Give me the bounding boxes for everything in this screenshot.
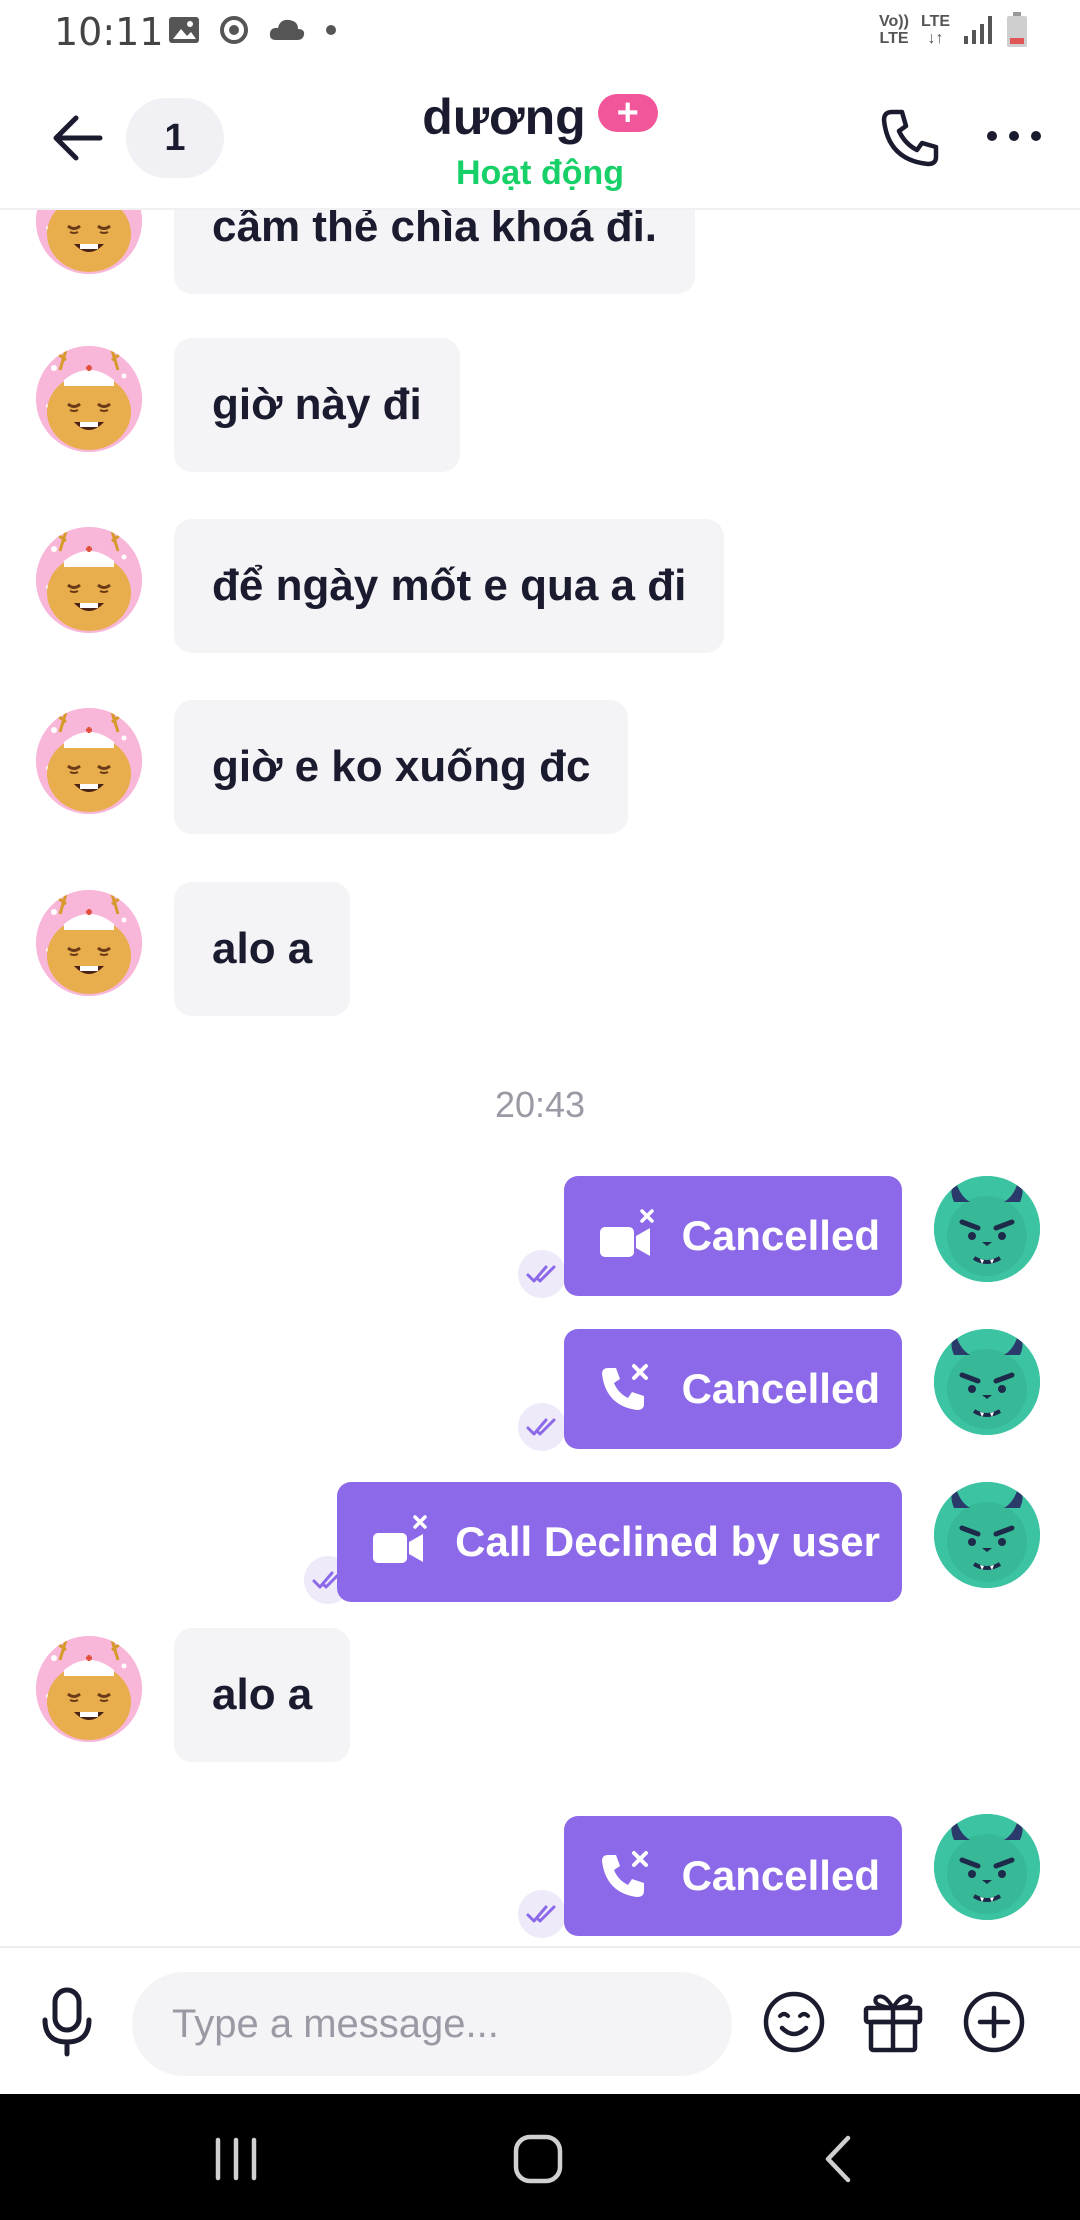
message-bubble[interactable]: alo a: [174, 1628, 351, 1762]
battery-icon: [1007, 12, 1027, 47]
message-bubble[interactable]: giờ này đi: [174, 338, 460, 472]
call-status-label: Cancelled: [681, 1212, 880, 1259]
contact-avatar[interactable]: [36, 346, 142, 452]
monster-avatar-image: [934, 1814, 1040, 1920]
voice-message-button[interactable]: [38, 1986, 96, 2058]
contact-avatar[interactable]: [36, 210, 142, 274]
voice-call-button[interactable]: [878, 106, 942, 170]
dot-notification-icon: [326, 25, 336, 35]
recent-apps-icon: [215, 2137, 257, 2181]
status-bar: 10:11 Vo)) LTE LTE ↓↑: [0, 0, 1080, 66]
time-divider: 20:43: [494, 1084, 586, 1125]
emoji-button[interactable]: [762, 1990, 826, 2054]
smile-icon: [763, 1991, 825, 2053]
user-avatar[interactable]: [934, 1329, 1040, 1435]
contact-name-text: dương: [422, 88, 586, 145]
message-bubble[interactable]: alo a: [174, 882, 351, 1016]
image-notification-icon: [169, 17, 199, 43]
more-horizontal-icon: [987, 131, 1041, 141]
call-status-label: Cancelled: [681, 1852, 880, 1899]
recent-apps-button[interactable]: [206, 2132, 266, 2186]
user-avatar[interactable]: [934, 1814, 1040, 1920]
read-receipt: [518, 1250, 566, 1298]
message-bubble[interactable]: để ngày mốt e qua a đi: [174, 519, 725, 653]
user-avatar[interactable]: [934, 1482, 1040, 1588]
call-status-bubble[interactable]: Cancelled: [563, 1176, 902, 1296]
read-receipt: [518, 1403, 566, 1451]
cat-avatar-image: [36, 346, 142, 452]
status-system-icons: Vo)) LTE LTE ↓↑: [879, 12, 1028, 48]
cloud-notification-icon: [269, 19, 305, 40]
signal-icon: [964, 16, 992, 44]
message-bubble[interactable]: cầm thẻ chìa khoá đi.: [174, 210, 696, 294]
sync-notification-icon: [220, 16, 248, 44]
home-icon: [513, 2134, 563, 2184]
message-composer: [0, 1946, 1080, 2094]
video-cancel-icon: [597, 1209, 654, 1259]
gift-icon: [863, 1994, 923, 2053]
attach-button[interactable]: [962, 1990, 1026, 2054]
system-navigation-bar: [0, 2094, 1080, 2220]
call-status-bubble[interactable]: Call Declined by user: [337, 1482, 902, 1602]
gift-button[interactable]: [862, 1988, 924, 2054]
more-options-button[interactable]: [984, 126, 1044, 146]
call-status-bubble[interactable]: Cancelled: [563, 1329, 902, 1449]
monster-avatar-image: [934, 1329, 1040, 1435]
cat-avatar-image: [36, 890, 142, 996]
cat-avatar-image: [36, 527, 142, 633]
contact-avatar[interactable]: [36, 1636, 142, 1742]
video-cancel-icon: [371, 1515, 427, 1565]
call-status-bubble[interactable]: Cancelled: [563, 1816, 902, 1936]
double-check-icon: [526, 1905, 556, 1923]
contact-avatar[interactable]: [36, 890, 142, 996]
home-button[interactable]: [508, 2132, 568, 2186]
status-notification-icons: [168, 14, 338, 46]
phone-cancel-icon: [599, 1851, 648, 1899]
lte-indicator: LTE ↓↑: [920, 13, 950, 47]
call-status-label: Cancelled: [681, 1365, 880, 1412]
chat-header: 1 dương + Hoạt động: [0, 66, 1080, 210]
call-status-label: Call Declined by user: [455, 1518, 880, 1565]
volte-indicator: Vo)) LTE: [879, 13, 909, 47]
microphone-icon: [42, 1987, 92, 2057]
plus-badge: +: [597, 93, 658, 132]
chevron-left-icon: [825, 2135, 851, 2183]
message-input[interactable]: [132, 1972, 732, 2076]
message-bubble[interactable]: giờ e ko xuống đc: [174, 700, 629, 834]
double-check-icon: [526, 1265, 556, 1283]
status-time: 10:11: [54, 10, 164, 54]
read-receipt: [518, 1890, 566, 1938]
system-back-button[interactable]: [810, 2132, 870, 2186]
message-list[interactable]: cầm thẻ chìa khoá đi. giờ này đi để ngày…: [0, 210, 1080, 1946]
user-avatar[interactable]: [934, 1176, 1040, 1282]
contact-avatar[interactable]: [36, 527, 142, 633]
cat-avatar-image: [36, 708, 142, 814]
plus-circle-icon: [963, 1991, 1025, 2053]
monster-avatar-image: [934, 1176, 1040, 1282]
phone-cancel-icon: [599, 1364, 648, 1412]
cat-avatar-image: [36, 1636, 142, 1742]
phone-icon: [881, 109, 939, 167]
cat-avatar-image: [36, 210, 142, 274]
monster-avatar-image: [934, 1482, 1040, 1588]
double-check-icon: [526, 1418, 556, 1436]
contact-avatar[interactable]: [36, 708, 142, 814]
